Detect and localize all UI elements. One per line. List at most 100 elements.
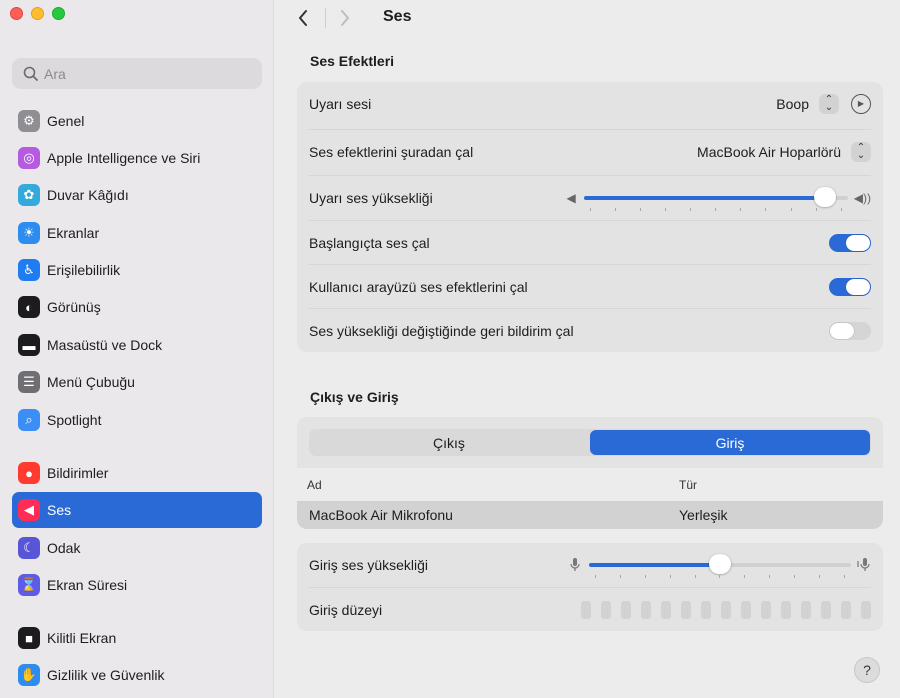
sidebar: Ara ⚙ Genel ◎ Apple Intelligence ve Siri ✿ Du… (0, 0, 274, 698)
table-row[interactable]: MacBook Air Mikrofonu Yerleşik (297, 501, 883, 529)
input-level-meter (581, 600, 871, 619)
sidebar-item[interactable]: ◎ Apple Intelligence ve Siri (12, 140, 262, 176)
output-input-card: Çıkış Giriş Ad Tür MacBook Air Mikrofonu… (297, 417, 883, 529)
sidebar-item[interactable]: ⚙ Genel (12, 103, 262, 139)
alert-volume-slider[interactable] (583, 186, 848, 211)
sidebar-item[interactable]: ● Bildirimler (12, 455, 262, 491)
play-button[interactable]: ▶ (851, 93, 871, 114)
device-table-header: Ad Tür (297, 468, 883, 501)
play-icon: ▶ (857, 99, 865, 108)
menubar-icon: ☰ (18, 371, 40, 393)
search-icon (23, 66, 38, 81)
chevron-left-icon (299, 10, 307, 26)
hourglass-icon: ⌛ (18, 574, 40, 596)
slider-fill (583, 195, 825, 200)
alert-sound-value: Boop (776, 95, 809, 112)
sidebar-item-label: Genel (47, 113, 85, 129)
sidebar-item[interactable]: ◐ Görünüş (12, 289, 262, 325)
sidebar-item-label: Odak (47, 540, 81, 556)
sidebar-item[interactable]: ✿ Duvar Kâğıdı (12, 177, 262, 213)
play-from-row: Ses efektlerini şuradan çal MacBook Air … (309, 130, 871, 174)
sidebar-item[interactable]: ■ Kilitli Ekran (12, 620, 262, 656)
alert-sound-row: Uyarı sesi Boop ⌃ ⌄ ▶ (309, 82, 871, 125)
alert-sound-popup[interactable]: Boop ⌃ ⌄ (776, 93, 839, 114)
sidebar-item-label: Kilitli Ekran (47, 630, 117, 646)
sidebar-item[interactable]: ☀ Ekranlar (12, 215, 262, 251)
microphone-high-icon (857, 557, 870, 571)
input-level-row: Giriş düzeyi (309, 588, 871, 631)
sidebar-item[interactable]: ⌛ Ekran Süresi (12, 567, 262, 603)
volume-feedback-row: Ses yüksekliği değiştiğinde geri bildiri… (309, 309, 871, 352)
hand-icon: ✋ (18, 664, 40, 686)
slider-ticks (595, 574, 845, 578)
ui-effects-row: Kullanıcı arayüzü ses efektlerini çal (309, 265, 871, 308)
sidebar-item-label: Ekran Süresi (47, 577, 128, 593)
bell-icon: ● (18, 462, 40, 484)
sidebar-item[interactable]: ✋ Gizlilik ve Güvenlik (12, 657, 262, 693)
sidebar-item-label: Ses (47, 502, 72, 518)
device-type: Yerleşik (679, 507, 728, 523)
speaker-icon: ◀ (18, 499, 40, 521)
ui-effects-toggle[interactable] (829, 277, 871, 296)
close-window-button[interactable] (10, 7, 23, 20)
chevron-up-down-icon: ⌃ ⌄ (851, 142, 871, 162)
column-header-name[interactable]: Ad (307, 478, 322, 492)
minimize-window-button[interactable] (31, 7, 44, 20)
volume-feedback-label: Ses yüksekliği değiştiğinde geri bildiri… (309, 322, 574, 339)
sound-effects-card: Uyarı sesi Boop ⌃ ⌄ ▶ Ses efektlerini şur… (297, 82, 883, 352)
slider-thumb[interactable] (709, 553, 731, 574)
dock-icon: ▬ (18, 334, 40, 356)
help-button[interactable]: ? (854, 657, 880, 683)
search-placeholder: Ara (44, 65, 66, 82)
search-input[interactable]: Ara (12, 58, 262, 89)
volume-feedback-toggle[interactable] (829, 321, 871, 340)
nav-separator (325, 8, 326, 28)
tab-output[interactable]: Çıkış (309, 429, 589, 456)
sidebar-item-label: Duvar Kâğıdı (47, 187, 129, 203)
slider-fill (589, 562, 720, 567)
slider-ticks (589, 207, 842, 211)
sidebar-item[interactable]: ◀ Ses (12, 492, 262, 528)
alert-sound-label: Uyarı sesi (309, 95, 372, 112)
play-from-label: Ses efektlerini şuradan çal (309, 144, 474, 160)
sidebar-item-label: Spotlight (47, 412, 102, 428)
sidebar-item[interactable]: ☾ Odak (12, 530, 262, 566)
magnifier-icon: ⌕ (18, 409, 40, 431)
column-header-type[interactable]: Tür (679, 478, 697, 492)
speaker-low-icon: ◀ (566, 190, 576, 205)
flower-icon: ✿ (18, 184, 40, 206)
sidebar-item[interactable]: ☰ Menü Çubuğu (12, 364, 262, 400)
alert-volume-label: Uyarı ses yüksekliği (309, 189, 433, 206)
input-card: Giriş ses yüksekliği Giriş düzeyi (297, 543, 883, 631)
chevron-up-down-icon: ⌃ ⌄ (819, 93, 839, 114)
play-from-popup[interactable]: MacBook Air Hoparlörü ⌃ ⌄ (697, 142, 871, 162)
input-volume-row: Giriş ses yüksekliği (309, 543, 871, 586)
window-controls (10, 7, 65, 20)
page-title: Ses (383, 8, 412, 25)
sidebar-item-label: Bildirimler (47, 465, 109, 481)
sound-effects-title: Ses Efektleri (310, 53, 395, 69)
output-input-title: Çıkış ve Giriş (310, 389, 399, 405)
sidebar-item-label: Apple Intelligence ve Siri (47, 150, 201, 166)
zoom-window-button[interactable] (52, 7, 65, 20)
sidebar-item[interactable]: ▬ Masaüstü ve Dock (12, 327, 262, 363)
tab-input[interactable]: Giriş (590, 430, 870, 455)
sidebar-item-label: Görünüş (47, 299, 101, 315)
siri-icon: ◎ (18, 147, 40, 169)
input-volume-label: Giriş ses yüksekliği (309, 556, 429, 573)
startup-sound-toggle[interactable] (829, 233, 871, 252)
appearance-icon: ◐ (18, 296, 40, 318)
sun-icon: ☀ (18, 222, 40, 244)
main-content: Ses Ses Efektleri Uyarı sesi Boop ⌃ ⌄ ▶ S… (275, 0, 900, 698)
sidebar-item-label: Masaüstü ve Dock (47, 337, 163, 353)
back-button[interactable] (289, 4, 317, 32)
sidebar-item[interactable]: ⌕ Spotlight (12, 402, 262, 438)
alert-volume-row: Uyarı ses yüksekliği ◀ ◀)) (309, 176, 871, 219)
forward-button[interactable] (331, 4, 359, 32)
output-input-segmented-control: Çıkış Giriş (309, 429, 871, 456)
sidebar-item[interactable]: ♿ Erişilebilirlik (12, 252, 262, 288)
accessibility-icon: ♿ (18, 259, 40, 281)
input-volume-slider[interactable] (589, 553, 851, 578)
slider-thumb[interactable] (813, 186, 836, 207)
sidebar-item-label: Gizlilik ve Güvenlik (47, 667, 165, 683)
